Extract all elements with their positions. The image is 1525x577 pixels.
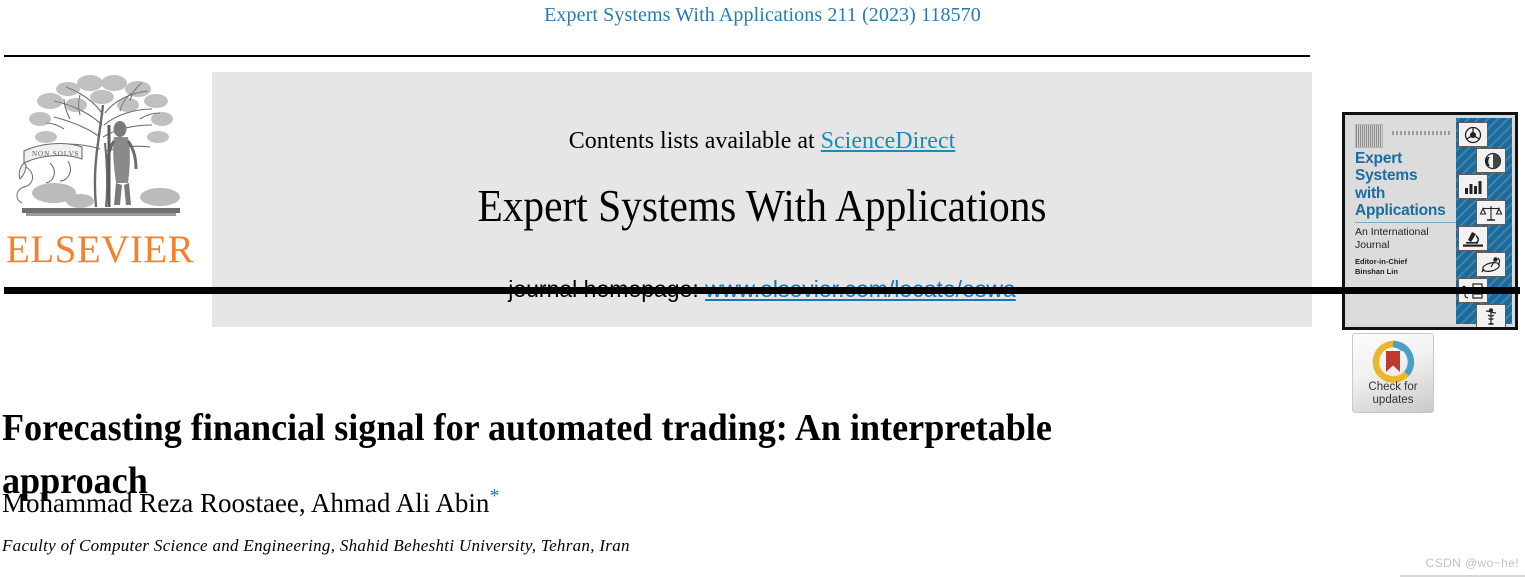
contents-line: Contents lists available at ScienceDirec…: [212, 128, 1312, 155]
cover-title-line4: Applications: [1355, 202, 1446, 220]
svg-text:NON SOLVS: NON SOLVS: [32, 150, 79, 158]
running-head: Expert Systems With Applications 211 (20…: [544, 4, 981, 26]
cover-title: Expert Systems with Applications: [1355, 150, 1461, 219]
csdn-watermark: CSDN @wo~he!: [1425, 556, 1519, 570]
cover-subtitle: An International Journal: [1355, 226, 1459, 251]
cover-subtitle-line1: An International: [1355, 226, 1429, 238]
article-affiliation: Faculty of Computer Science and Engineer…: [2, 536, 630, 555]
sciencedirect-link[interactable]: ScienceDirect: [821, 128, 956, 154]
face-profile-icon: [1476, 148, 1506, 173]
cover-title-line2: Systems: [1355, 167, 1418, 185]
cover-editor-label: Editor-in-Chief: [1355, 257, 1408, 266]
elsevier-tree-icon: NON SOLVS: [16, 75, 180, 216]
elsevier-small-logo-icon: [1355, 124, 1383, 148]
crossmark-label: Check for updates: [1353, 381, 1433, 407]
cover-icon-list: [1456, 122, 1512, 327]
cover-title-line3: with: [1355, 184, 1386, 202]
bar-chart-icon: [1458, 174, 1488, 199]
cover-editor-block: Editor-in-Chief Binshan Lin: [1355, 257, 1459, 277]
steering-wheel-icon: [1458, 122, 1488, 147]
elsevier-logo: NON SOLVS ELSEVIER: [4, 67, 194, 275]
journal-title: Expert Systems With Applications: [477, 181, 1047, 231]
elsevier-wordmark-text: ELSEVIER: [6, 228, 195, 271]
scales-icon: [1476, 200, 1506, 225]
cover-editor-name: Binshan Lin: [1355, 267, 1398, 277]
crossmark-icon: [1372, 340, 1415, 383]
cover-issn-text: [1392, 131, 1452, 135]
microscope-icon: [1458, 226, 1488, 251]
caduceus-icon: [1476, 304, 1506, 327]
crossmark-label-line2: updates: [1372, 393, 1414, 406]
corresponding-author-marker: *: [489, 485, 500, 507]
article-authors: Mohammad Reza Roostaee, Ahmad Ali Abin*: [2, 485, 1202, 519]
author-names: Mohammad Reza Roostaee, Ahmad Ali Abin: [2, 488, 490, 518]
contents-prefix: Contents lists available at: [568, 128, 821, 154]
section-separator-bar: [4, 287, 1520, 294]
crossmark-label-line1: Check for: [1368, 380, 1418, 393]
cover-subtitle-line2: Journal: [1355, 238, 1390, 251]
journal-masthead: NON SOLVS ELSEVIER Contents lists availa…: [0, 55, 1525, 330]
elsevier-wordmark: ELSEVIER: [6, 228, 195, 271]
cover-divider: [1355, 222, 1459, 223]
satellite-dish-icon: [1476, 252, 1506, 277]
crossmark-badge[interactable]: Check for updates: [1352, 333, 1434, 413]
cover-title-line1: Expert: [1355, 150, 1403, 167]
journal-cover-thumbnail: Expert Systems with Applications An Inte…: [1342, 112, 1518, 330]
masthead-top-rule: [4, 55, 1310, 57]
